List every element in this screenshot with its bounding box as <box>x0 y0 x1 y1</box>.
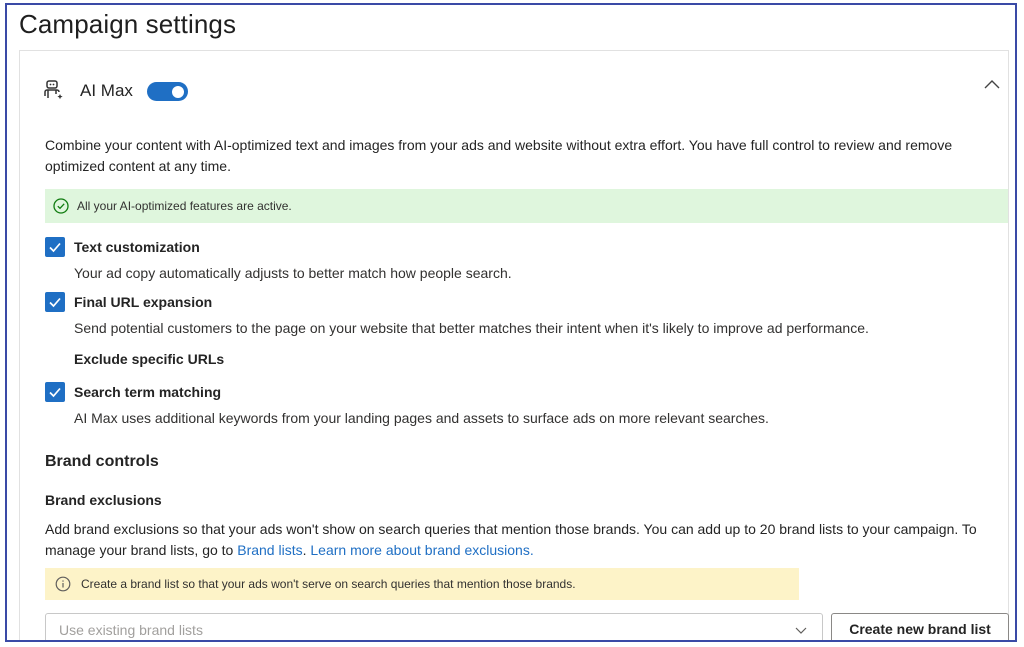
robot-sparkle-icon <box>44 80 63 100</box>
option-description: AI Max uses additional keywords from you… <box>74 410 769 426</box>
chevron-up-icon[interactable] <box>982 75 1002 95</box>
learn-more-brand-exclusions-link[interactable]: Learn more about brand exclusions. <box>310 542 533 558</box>
search-term-matching-checkbox[interactable] <box>45 382 65 402</box>
page-title: Campaign settings <box>19 9 237 39</box>
check-circle-icon <box>53 198 69 214</box>
ai-max-panel: AI Max Combine your content with AI-opti… <box>19 50 1009 640</box>
brand-warning-banner: Create a brand list so that your ads won… <box>45 568 799 600</box>
screenshot-frame: Campaign settings AI Max Combine your co… <box>5 3 1017 642</box>
dropdown-placeholder: Use existing brand lists <box>59 622 203 638</box>
option-description: Your ad copy automatically adjusts to be… <box>74 265 512 281</box>
ai-status-message: All your AI-optimized features are activ… <box>77 199 292 213</box>
chevron-down-icon <box>795 627 807 634</box>
brand-lists-link[interactable]: Brand lists <box>237 542 302 558</box>
final-url-expansion-checkbox[interactable] <box>45 292 65 312</box>
checkmark-icon <box>49 242 61 253</box>
option-title: Final URL expansion <box>74 294 213 310</box>
checkmark-icon <box>49 297 61 308</box>
ai-max-header[interactable]: AI Max <box>20 51 1008 125</box>
brand-controls-heading: Brand controls <box>45 453 159 470</box>
ai-max-description: Combine your content with AI-optimized t… <box>45 137 953 174</box>
info-icon <box>55 576 71 592</box>
exclude-specific-urls-link[interactable]: Exclude specific URLs <box>74 351 224 367</box>
option-title: Text customization <box>74 239 200 255</box>
ai-max-label: AI Max <box>80 81 133 100</box>
create-new-brand-list-button[interactable]: Create new brand list <box>831 613 1009 640</box>
brand-warning-message: Create a brand list so that your ads won… <box>81 577 576 591</box>
option-title: Search term matching <box>74 384 222 400</box>
checkmark-icon <box>49 387 61 398</box>
existing-brand-lists-dropdown[interactable]: Use existing brand lists <box>45 613 823 640</box>
brand-exclusions-description: Add brand exclusions so that your ads wo… <box>45 521 977 558</box>
ai-status-banner: All your AI-optimized features are activ… <box>45 189 1008 223</box>
brand-exclusions-heading: Brand exclusions <box>45 492 162 508</box>
option-description: Send potential customers to the page on … <box>74 320 869 336</box>
ai-max-toggle[interactable] <box>147 82 188 101</box>
text-customization-checkbox[interactable] <box>45 237 65 257</box>
